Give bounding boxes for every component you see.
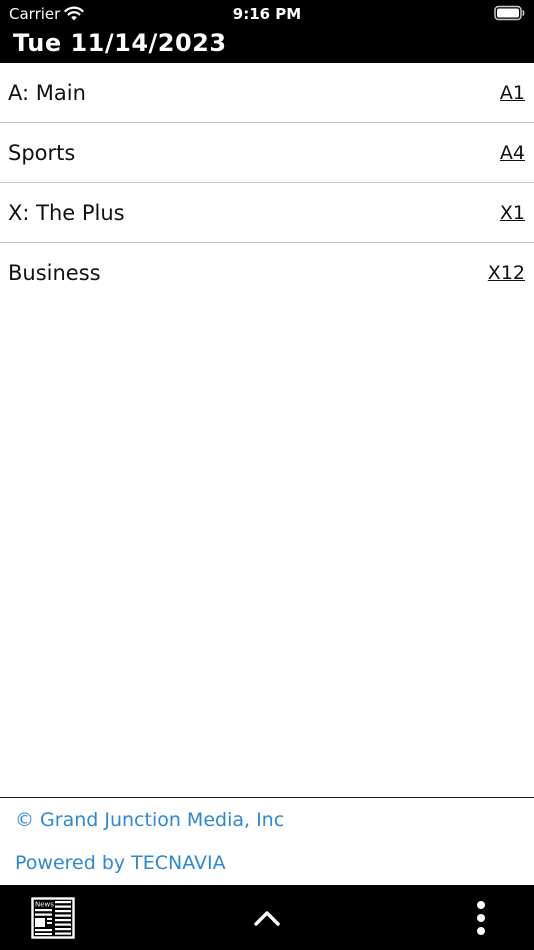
bottom-toolbar: News xyxy=(0,885,534,950)
section-row-sports[interactable]: Sports A4 xyxy=(0,123,534,183)
section-page-link[interactable]: A1 xyxy=(500,81,525,105)
section-row-the-plus[interactable]: X: The Plus X1 xyxy=(0,183,534,243)
section-row-business[interactable]: Business X12 xyxy=(0,243,534,303)
status-time: 9:16 PM xyxy=(232,5,302,23)
scroll-up-button[interactable] xyxy=(234,885,300,950)
copyright-text[interactable]: © Grand Junction Media, Inc xyxy=(15,808,284,832)
section-name: Business xyxy=(8,261,101,285)
more-vertical-icon xyxy=(477,900,485,935)
battery-icon xyxy=(494,5,525,21)
section-page-link[interactable]: A4 xyxy=(500,141,525,165)
news-icon-label: News xyxy=(35,900,54,908)
header-bar: Carrier 9:16 PM Tue 11/14/2023 xyxy=(0,0,534,63)
status-bar: Carrier 9:16 PM xyxy=(0,0,534,28)
edition-date: Tue 11/14/2023 xyxy=(13,29,227,57)
section-name: X: The Plus xyxy=(8,201,125,225)
newspaper-icon: News xyxy=(31,896,75,939)
section-name: Sports xyxy=(8,141,76,165)
section-list: A: Main A1 Sports A4 X: The Plus X1 Busi… xyxy=(0,63,534,303)
section-page-link[interactable]: X1 xyxy=(500,201,525,225)
powered-by-link[interactable]: Powered by TECNAVIA xyxy=(15,851,226,875)
chevron-up-icon xyxy=(254,910,280,926)
section-name: A: Main xyxy=(8,81,86,105)
newspaper-button[interactable]: News xyxy=(20,885,86,950)
section-page-link[interactable]: X12 xyxy=(488,261,525,285)
more-menu-button[interactable] xyxy=(454,885,508,950)
footer-info: © Grand Junction Media, Inc Powered by T… xyxy=(0,797,534,885)
section-row-main[interactable]: A: Main A1 xyxy=(0,63,534,123)
